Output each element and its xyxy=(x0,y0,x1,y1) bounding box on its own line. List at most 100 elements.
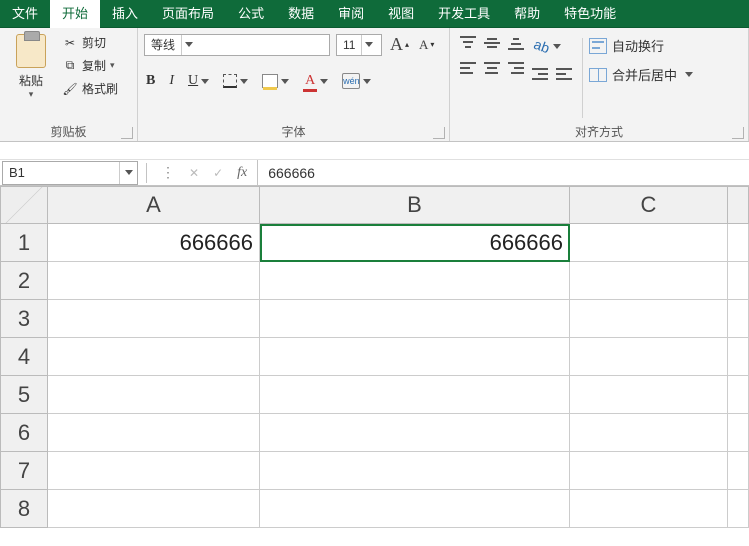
align-middle-button[interactable] xyxy=(484,36,500,50)
cell-4[interactable] xyxy=(728,338,749,376)
font-size-combo[interactable]: 11 xyxy=(336,34,382,56)
row-header-3[interactable]: 3 xyxy=(0,300,48,338)
tab-帮助[interactable]: 帮助 xyxy=(502,0,552,28)
dialog-launcher-icon[interactable] xyxy=(121,127,133,139)
cell-7[interactable] xyxy=(728,452,749,490)
fill-color-button[interactable] xyxy=(260,72,291,90)
column-header-extra[interactable] xyxy=(728,186,749,224)
tab-数据[interactable]: 数据 xyxy=(276,0,326,28)
cell-6[interactable] xyxy=(728,414,749,452)
tab-审阅[interactable]: 审阅 xyxy=(326,0,376,28)
bold-button[interactable]: B xyxy=(144,71,157,91)
decrease-indent-button[interactable] xyxy=(532,68,548,82)
column-header-A[interactable]: A xyxy=(48,186,260,224)
dialog-launcher-icon[interactable] xyxy=(732,127,744,139)
name-box-value: B1 xyxy=(3,165,119,180)
name-box[interactable]: B1 xyxy=(2,161,138,185)
merge-center-button[interactable]: 合并后居中 xyxy=(589,65,693,84)
cell-3[interactable] xyxy=(728,300,749,338)
cell-A1[interactable]: 666666 xyxy=(48,224,260,262)
cut-button[interactable]: ✂ 剪切 xyxy=(62,34,118,51)
cell-A8[interactable] xyxy=(48,490,260,528)
cell-B6[interactable] xyxy=(260,414,570,452)
wrap-text-button[interactable]: 自动换行 xyxy=(589,36,693,55)
cell-B4[interactable] xyxy=(260,338,570,376)
more-icon[interactable]: ⋮ xyxy=(161,164,175,181)
wrap-label: 自动换行 xyxy=(612,36,664,55)
chevron-down-icon[interactable]: ▾ xyxy=(29,89,34,100)
cell-B8[interactable] xyxy=(260,490,570,528)
cell-2[interactable] xyxy=(728,262,749,300)
column-header-C[interactable]: C xyxy=(570,186,728,224)
underline-button[interactable]: U xyxy=(186,71,211,91)
fill-icon xyxy=(262,74,278,88)
cell-A7[interactable] xyxy=(48,452,260,490)
cell-C5[interactable] xyxy=(570,376,728,414)
cell-C7[interactable] xyxy=(570,452,728,490)
tab-视图[interactable]: 视图 xyxy=(376,0,426,28)
tab-开发工具[interactable]: 开发工具 xyxy=(426,0,502,28)
phonetic-button[interactable]: wén xyxy=(340,71,373,91)
row-header-4[interactable]: 4 xyxy=(0,338,48,376)
cell-B2[interactable] xyxy=(260,262,570,300)
formula-input[interactable]: 666666 xyxy=(257,160,749,185)
font-name-combo[interactable]: 等线 xyxy=(144,34,330,56)
chevron-down-icon[interactable] xyxy=(119,162,137,184)
cell-B3[interactable] xyxy=(260,300,570,338)
chevron-down-icon[interactable] xyxy=(181,35,195,55)
row-header-8[interactable]: 8 xyxy=(0,490,48,528)
fx-icon[interactable]: fx xyxy=(237,165,247,181)
cell-A4[interactable] xyxy=(48,338,260,376)
font-color-button[interactable]: A xyxy=(301,71,330,91)
cell-B1[interactable]: 666666 xyxy=(260,224,570,262)
column-header-B[interactable]: B xyxy=(260,186,570,224)
accept-icon[interactable]: ✓ xyxy=(213,166,223,180)
align-left-button[interactable] xyxy=(460,62,476,76)
cell-B5[interactable] xyxy=(260,376,570,414)
copy-button[interactable]: ⧉ 复制 ▾ xyxy=(62,57,118,74)
cell-C6[interactable] xyxy=(570,414,728,452)
cell-C1[interactable] xyxy=(570,224,728,262)
font-color-icon: A xyxy=(303,73,317,89)
cell-C4[interactable] xyxy=(570,338,728,376)
format-painter-button[interactable]: 🖌 格式刷 xyxy=(62,80,118,97)
row-header-7[interactable]: 7 xyxy=(0,452,48,490)
cell-C2[interactable] xyxy=(570,262,728,300)
row-header-1[interactable]: 1 xyxy=(0,224,48,262)
cell-5[interactable] xyxy=(728,376,749,414)
dialog-launcher-icon[interactable] xyxy=(433,127,445,139)
row-header-6[interactable]: 6 xyxy=(0,414,48,452)
cell-1[interactable] xyxy=(728,224,749,262)
select-all-corner[interactable] xyxy=(0,186,48,224)
increase-font-button[interactable]: A▴ xyxy=(388,32,411,57)
cell-A2[interactable] xyxy=(48,262,260,300)
align-right-button[interactable] xyxy=(508,62,524,76)
row-header-5[interactable]: 5 xyxy=(0,376,48,414)
increase-indent-button[interactable] xyxy=(556,68,572,82)
tab-公式[interactable]: 公式 xyxy=(226,0,276,28)
cell-C3[interactable] xyxy=(570,300,728,338)
cell-A6[interactable] xyxy=(48,414,260,452)
tab-插入[interactable]: 插入 xyxy=(100,0,150,28)
spreadsheet-grid[interactable]: ABC16666666666662345678 xyxy=(0,186,749,528)
cell-A3[interactable] xyxy=(48,300,260,338)
tab-开始[interactable]: 开始 xyxy=(50,0,100,28)
cell-B7[interactable] xyxy=(260,452,570,490)
tab-文件[interactable]: 文件 xyxy=(0,0,50,28)
cancel-icon[interactable]: ✕ xyxy=(189,166,199,180)
orientation-button[interactable]: ab xyxy=(532,36,563,56)
tab-页面布局[interactable]: 页面布局 xyxy=(150,0,226,28)
row-header-2[interactable]: 2 xyxy=(0,262,48,300)
cell-C8[interactable] xyxy=(570,490,728,528)
borders-button[interactable] xyxy=(221,72,250,90)
cell-A5[interactable] xyxy=(48,376,260,414)
italic-button[interactable]: I xyxy=(167,71,176,91)
chevron-down-icon[interactable] xyxy=(361,35,375,55)
paste-button[interactable]: 粘贴 ▾ xyxy=(6,32,56,119)
align-bottom-button[interactable] xyxy=(508,36,524,50)
align-center-button[interactable] xyxy=(484,62,500,76)
tab-特色功能[interactable]: 特色功能 xyxy=(552,0,628,28)
align-top-button[interactable] xyxy=(460,36,476,50)
cell-8[interactable] xyxy=(728,490,749,528)
decrease-font-button[interactable]: A▾ xyxy=(417,35,436,55)
